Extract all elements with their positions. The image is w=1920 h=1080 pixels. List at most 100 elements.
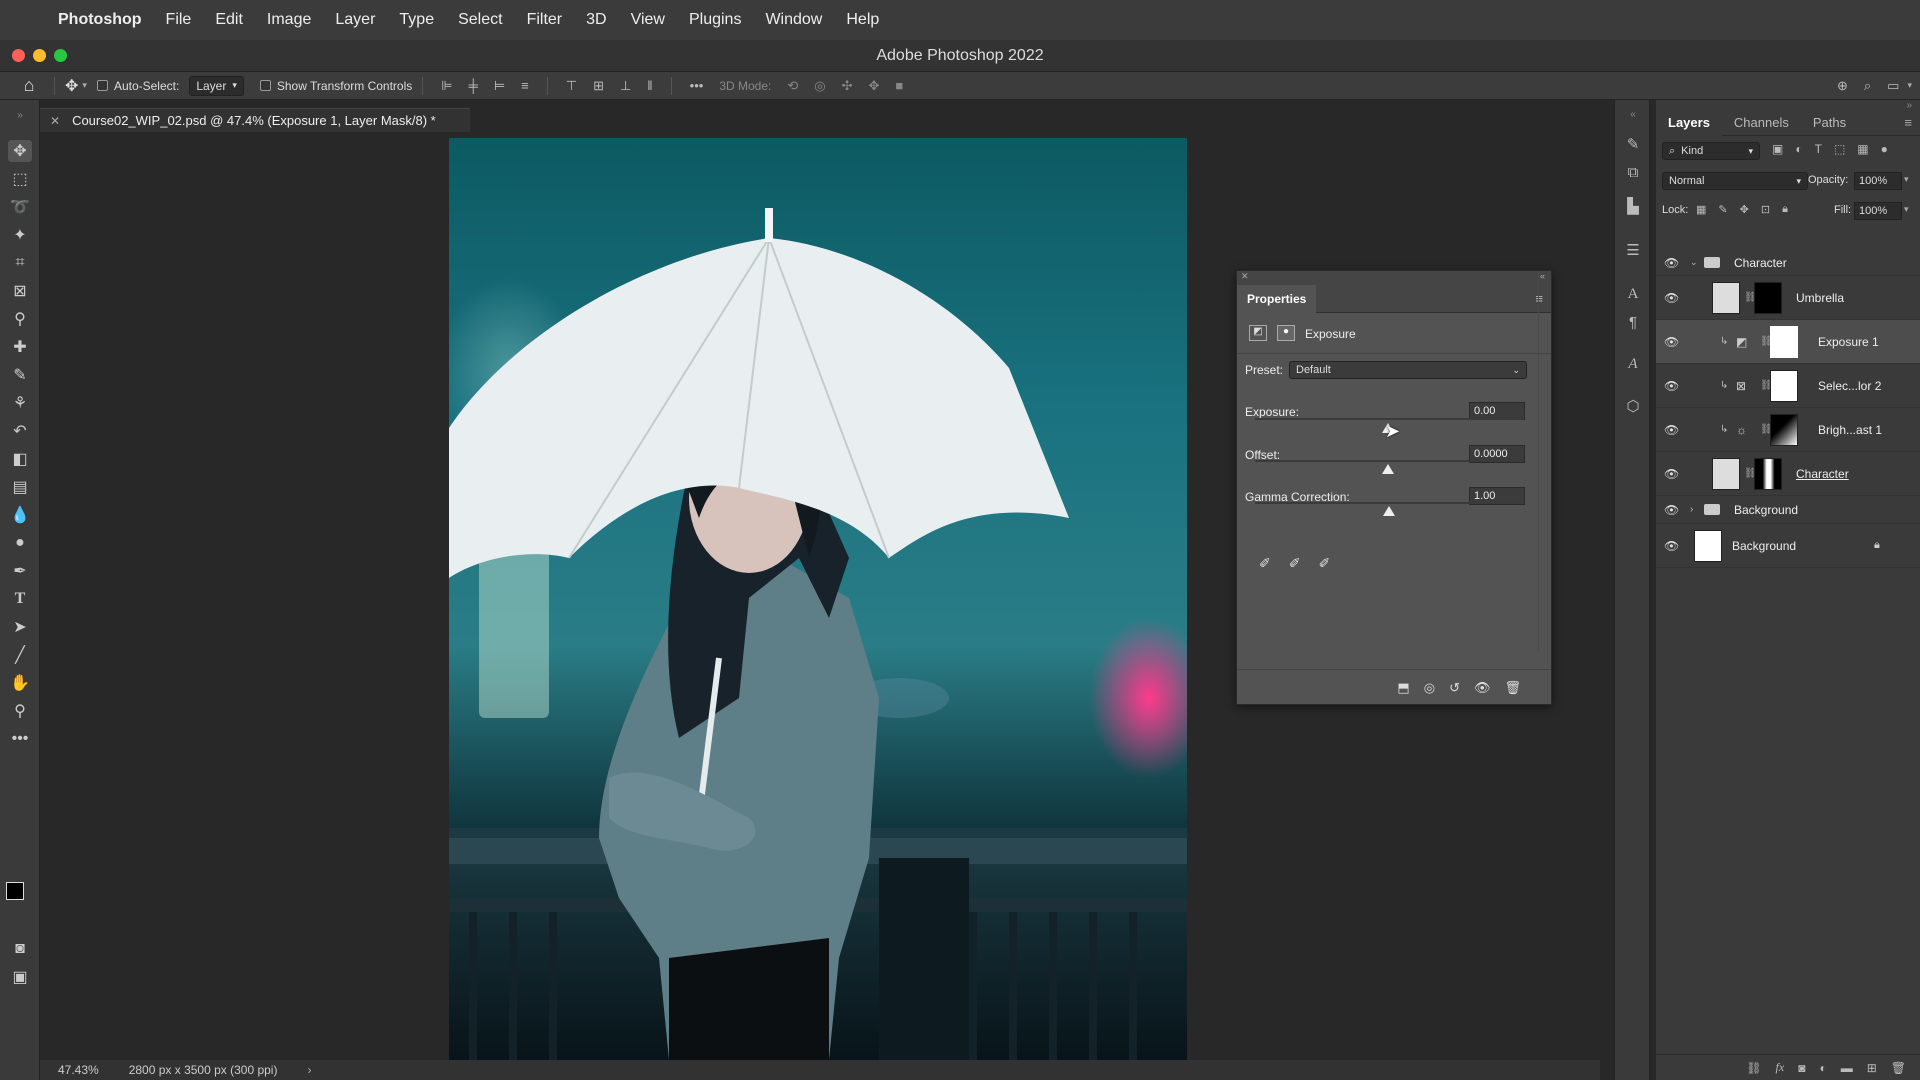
frame-tool-icon[interactable]: ⊠ xyxy=(8,280,32,302)
new-group-icon[interactable]: ▬ xyxy=(1841,1061,1853,1075)
tab-paths[interactable]: Paths xyxy=(1801,110,1858,136)
distribute-vertical-icon[interactable]: ‖ xyxy=(647,78,652,93)
collapse-icon[interactable]: » xyxy=(8,104,32,126)
auto-select-dropdown[interactable]: Layer ▾ xyxy=(189,75,244,96)
type-tool-icon[interactable]: T xyxy=(8,588,32,610)
lock-all-icon[interactable]: 🔒︎ xyxy=(1782,203,1788,216)
clone-stamp-tool-icon[interactable]: ⚘ xyxy=(8,392,32,414)
adjustments-icon[interactable]: ☰ xyxy=(1623,240,1643,260)
visibility-eye-icon[interactable]: 👁︎ xyxy=(1664,291,1680,305)
chevron-down-icon[interactable]: ⌄ xyxy=(1690,257,1698,268)
3d-icon[interactable]: ⬡ xyxy=(1623,396,1643,416)
share-icon[interactable]: ⊕ xyxy=(1837,78,1848,94)
black-point-eyedropper-icon[interactable]: ✐ xyxy=(1259,555,1271,572)
visibility-eye-icon[interactable]: 👁︎ xyxy=(1664,423,1680,437)
layer-row[interactable]: 👁︎ Background 🔒︎ xyxy=(1656,524,1920,568)
close-tab-icon[interactable]: ✕ xyxy=(50,114,60,128)
histogram-icon[interactable]: ▙ xyxy=(1623,196,1643,216)
align-center-icon[interactable]: ╪ xyxy=(469,78,478,93)
visibility-eye-icon[interactable]: 👁︎ xyxy=(1664,539,1680,553)
search-icon[interactable]: ⌕ xyxy=(1864,78,1871,94)
layer-style-icon[interactable]: fx xyxy=(1776,1060,1785,1075)
layer-mask-thumbnail[interactable] xyxy=(1754,281,1782,314)
document-canvas[interactable] xyxy=(449,138,1187,1060)
home-icon[interactable]: ⌂ xyxy=(14,75,44,96)
gray-point-eyedropper-icon[interactable]: ✐ xyxy=(1289,555,1301,572)
visibility-eye-icon[interactable]: 👁︎ xyxy=(1664,256,1680,270)
transform-controls-checkbox[interactable] xyxy=(259,80,271,91)
menu-type[interactable]: Type xyxy=(399,11,434,29)
chevron-down-icon[interactable]: ▾ xyxy=(82,80,87,91)
menu-select[interactable]: Select xyxy=(458,11,502,29)
collapse-icon[interactable]: « xyxy=(1540,271,1545,281)
more-options-icon[interactable]: ••• xyxy=(690,78,704,93)
preset-dropdown[interactable]: Default ⌄ xyxy=(1289,361,1527,379)
menu-3d[interactable]: 3D xyxy=(586,11,606,29)
menu-help[interactable]: Help xyxy=(846,11,879,29)
align-middle-icon[interactable]: ⊞ xyxy=(593,78,604,94)
mask-icon[interactable]: ● xyxy=(1277,325,1295,341)
scrollbar[interactable] xyxy=(1538,271,1539,651)
tab-layers[interactable]: Layers xyxy=(1656,109,1722,136)
layer-row-group[interactable]: 👁︎ › Background xyxy=(1656,496,1920,524)
menu-plugins[interactable]: Plugins xyxy=(689,11,741,29)
dodge-tool-icon[interactable]: ● xyxy=(8,532,32,554)
trash-icon[interactable]: 🗑︎ xyxy=(1504,680,1521,696)
clip-to-layer-icon[interactable]: ⬒ xyxy=(1397,680,1409,696)
marquee-tool-icon[interactable]: ⬚ xyxy=(8,168,32,190)
line-tool-icon[interactable]: ╱ xyxy=(8,644,32,666)
chevron-right-icon[interactable]: › xyxy=(1690,504,1693,515)
glyphs-icon[interactable]: A xyxy=(1623,354,1643,374)
menu-window[interactable]: Window xyxy=(765,11,822,29)
white-point-eyedropper-icon[interactable]: ✐ xyxy=(1318,555,1330,572)
orbit-3d-icon[interactable]: ⟲ xyxy=(787,78,798,94)
visibility-eye-icon[interactable]: 👁︎ xyxy=(1664,503,1680,517)
character-icon[interactable]: A xyxy=(1623,284,1643,304)
gradient-tool-icon[interactable]: ▤ xyxy=(8,476,32,498)
filter-kind-dropdown[interactable]: ⌕ Kind ▾ xyxy=(1662,142,1760,160)
align-top-icon[interactable]: ⊤ xyxy=(566,78,577,94)
layer-row[interactable]: 👁︎ ⛓ Umbrella xyxy=(1656,276,1920,320)
distribute-icon[interactable]: ≡ xyxy=(521,78,529,93)
filter-shape-icon[interactable]: ⬚ xyxy=(1834,142,1845,156)
chevron-right-icon[interactable]: › xyxy=(307,1063,311,1077)
screen-mode-icon[interactable]: ▣ xyxy=(8,966,32,988)
visibility-eye-icon[interactable]: 👁︎ xyxy=(1474,680,1491,696)
link-layers-icon[interactable]: ⛓ xyxy=(1746,1061,1761,1075)
filter-toggle-icon[interactable]: ● xyxy=(1881,142,1888,156)
lasso-tool-icon[interactable]: ➰ xyxy=(8,196,32,218)
menu-view[interactable]: View xyxy=(631,11,665,29)
auto-select-checkbox[interactable] xyxy=(96,80,108,91)
gamma-slider-handle[interactable] xyxy=(1383,506,1395,516)
blend-mode-dropdown[interactable]: Normal ▾ xyxy=(1662,172,1808,190)
blur-tool-icon[interactable]: 💧 xyxy=(8,504,32,526)
new-adjustment-icon[interactable]: ◐ xyxy=(1819,1061,1826,1075)
camera-3d-icon[interactable]: ■ xyxy=(895,78,903,93)
lock-pixels-icon[interactable]: ✎ xyxy=(1718,203,1727,216)
gamma-slider-track[interactable] xyxy=(1255,502,1523,504)
history-brush-tool-icon[interactable]: ↶ xyxy=(8,420,32,442)
visibility-eye-icon[interactable]: 👁︎ xyxy=(1664,379,1680,393)
close-icon[interactable]: ✕ xyxy=(1241,271,1249,282)
foreground-color-swatch[interactable] xyxy=(6,882,24,900)
menu-app-name[interactable]: Photoshop xyxy=(58,11,142,29)
offset-slider-track[interactable] xyxy=(1255,460,1523,462)
menu-filter[interactable]: Filter xyxy=(527,11,563,29)
layer-mask-thumbnail[interactable] xyxy=(1770,325,1798,358)
layer-mask-thumbnail[interactable] xyxy=(1770,413,1798,446)
brush-settings-icon[interactable]: ✎ xyxy=(1623,134,1643,154)
layer-row[interactable]: 👁︎ ↳ ☼ ⛓ Brigh...ast 1 xyxy=(1656,408,1920,452)
offset-slider-handle[interactable] xyxy=(1382,464,1394,474)
layer-mask-thumbnail[interactable] xyxy=(1770,369,1798,402)
lock-transparency-icon[interactable]: ▦ xyxy=(1696,203,1706,216)
reset-icon[interactable]: ↺ xyxy=(1449,680,1460,696)
lock-artboard-icon[interactable]: ⊡ xyxy=(1761,203,1770,216)
chevron-down-icon[interactable]: ▾ xyxy=(1907,80,1912,91)
align-bottom-icon[interactable]: ⊥ xyxy=(620,78,631,94)
visibility-eye-icon[interactable]: 👁︎ xyxy=(1664,467,1680,481)
paragraph-icon[interactable]: ¶ xyxy=(1623,312,1643,332)
hand-tool-icon[interactable]: ✋ xyxy=(8,672,32,694)
layer-row[interactable]: 👁︎ ⛓ Character xyxy=(1656,452,1920,496)
roll-3d-icon[interactable]: ◎ xyxy=(814,78,825,94)
brush-tool-icon[interactable]: ✎ xyxy=(8,364,32,386)
